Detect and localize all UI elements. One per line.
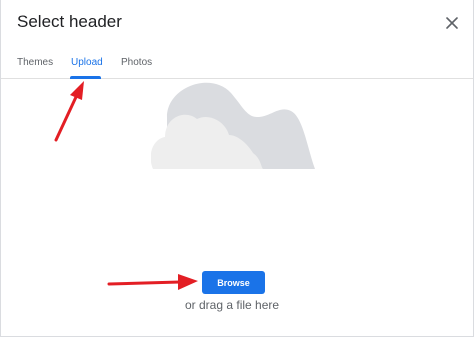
tab-bar: Themes Upload Photos	[1, 52, 473, 79]
drag-file-hint: or drag a file here	[185, 298, 280, 312]
tab-upload[interactable]: Upload	[71, 57, 103, 68]
close-icon	[446, 17, 458, 29]
select-header-dialog: Select header Themes Upload Photos Brows…	[0, 0, 474, 337]
tab-themes[interactable]: Themes	[17, 57, 53, 68]
browse-button[interactable]: Browse	[202, 271, 265, 294]
close-button[interactable]	[441, 12, 463, 34]
dialog-title: Select header	[17, 12, 122, 31]
tab-photos[interactable]: Photos	[121, 57, 152, 68]
cloud-icon	[151, 82, 315, 169]
